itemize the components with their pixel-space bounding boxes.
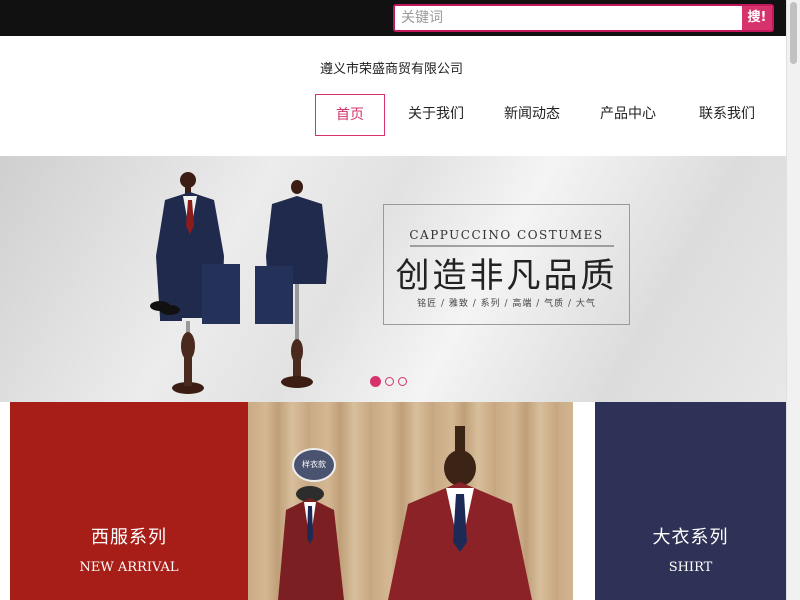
mannequin-right [255,180,328,388]
banner-subtitle: 铭匠 / 雅致 / 系列 / 高端 / 气质 / 大气 [417,299,596,309]
category-title: 大衣系列 [652,527,729,548]
search-box: 搜! [393,4,774,32]
nav-item-contact[interactable]: 联系我们 [691,94,763,136]
red-suit-mannequins [278,426,532,600]
mannequin-left [150,172,240,394]
page-scrollbar[interactable] [786,0,800,600]
nav-item-about[interactable]: 关于我们 [400,94,472,136]
search-button[interactable]: 搜! [742,6,772,30]
scrollbar-thumb[interactable] [790,2,797,64]
category-title: 西服系列 [91,527,167,548]
category-suits[interactable]: 西服系列 NEW ARRIVAL [10,402,248,600]
main-nav: 首页 关于我们 新闻动态 产品中心 联系我们 [0,94,786,136]
featured-suit-image[interactable]: 样衣款 [248,402,573,600]
banner-title-cn: 创造非凡品质 [395,256,618,296]
category-subtitle: NEW ARRIVAL [79,560,179,575]
category-subtitle: SHIRT [668,560,713,575]
carousel-dots [370,371,411,390]
nav-item-news[interactable]: 新闻动态 [496,94,568,136]
carousel-dot-3[interactable] [398,377,407,386]
search-input[interactable] [395,6,743,30]
banner-title-en: CAPPUCCINO COSTUMES [409,228,604,242]
hero-banner[interactable]: CAPPUCCINO COSTUMES 创造非凡品质 铭匠 / 雅致 / 系列 … [0,156,786,402]
carousel-dot-2[interactable] [385,377,394,386]
carousel-dot-1[interactable] [370,376,381,387]
company-name: 遵义市荣盛商贸有限公司 [320,62,464,77]
nav-item-products[interactable]: 产品中心 [592,94,664,136]
category-coats[interactable]: 大衣系列 SHIRT [595,402,786,600]
nav-item-home[interactable]: 首页 [315,94,385,136]
top-bar: 搜! [0,0,786,36]
